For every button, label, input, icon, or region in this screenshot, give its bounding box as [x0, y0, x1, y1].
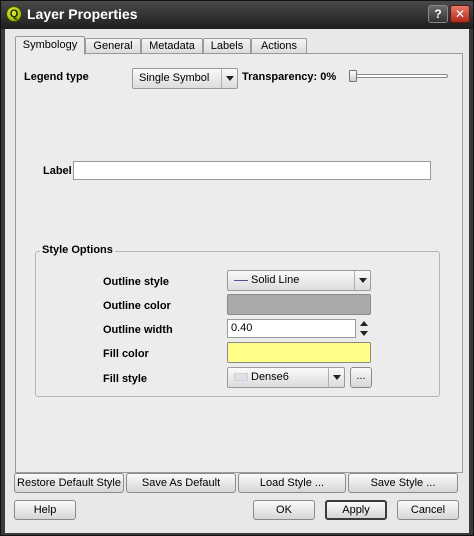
fill-style-dropdown[interactable]: Dense6: [227, 367, 345, 388]
chevron-down-icon: [221, 69, 237, 88]
fill-style-label: Fill style: [103, 373, 148, 385]
outline-style-dropdown[interactable]: Solid Line: [227, 270, 371, 291]
transparency-label: Transparency: 0%: [242, 71, 337, 83]
outline-style-value: Solid Line: [251, 274, 300, 286]
outline-color-label: Outline color: [103, 300, 171, 312]
outline-width-spinner[interactable]: [357, 319, 371, 338]
symbology-panel: Legend type Single Symbol Transparency: …: [15, 53, 463, 473]
tab-symbology[interactable]: Symbology: [15, 36, 85, 55]
fill-color-label: Fill color: [103, 348, 149, 360]
legend-type-value: Single Symbol: [139, 72, 210, 84]
restore-default-style-button[interactable]: Restore Default Style: [14, 473, 124, 493]
outline-color-button[interactable]: [227, 294, 371, 315]
help-button[interactable]: Help: [14, 500, 76, 520]
tab-metadata[interactable]: Metadata: [141, 38, 203, 54]
style-options-group: Style Options Outline style Solid Line O…: [35, 244, 440, 397]
style-options-title: Style Options: [40, 244, 115, 256]
tab-general[interactable]: General: [85, 38, 141, 54]
label-field-label: Label: [43, 165, 72, 177]
solid-line-icon: [234, 279, 248, 281]
dialog-client-area: Symbology General Metadata Labels Action…: [5, 29, 469, 533]
ok-button[interactable]: OK: [253, 500, 315, 520]
transparency-slider-track[interactable]: [350, 74, 448, 78]
save-as-default-button[interactable]: Save As Default: [126, 473, 236, 493]
window-title: Layer Properties: [27, 6, 138, 22]
load-style-button[interactable]: Load Style ...: [238, 473, 346, 493]
tab-labels[interactable]: Labels: [203, 38, 251, 54]
title-bar[interactable]: Q Layer Properties ? ✕: [1, 1, 473, 29]
chevron-down-icon: [354, 271, 370, 290]
spin-down-icon[interactable]: [357, 329, 371, 338]
layer-properties-window: Q Layer Properties ? ✕ Symbology General…: [0, 0, 474, 536]
save-style-button[interactable]: Save Style ...: [348, 473, 458, 493]
qgis-app-icon: Q: [6, 6, 22, 22]
help-title-button[interactable]: ?: [428, 5, 448, 23]
apply-button[interactable]: Apply: [325, 500, 387, 520]
tab-actions[interactable]: Actions: [251, 38, 307, 54]
dense-fill-icon: [234, 373, 248, 382]
outline-width-input[interactable]: 0.40: [227, 319, 356, 338]
chevron-down-icon: [328, 368, 344, 387]
fill-color-button[interactable]: [227, 342, 371, 363]
outline-width-value: 0.40: [231, 322, 253, 334]
legend-type-label: Legend type: [24, 71, 89, 83]
fill-style-value: Dense6: [251, 371, 289, 383]
outline-width-label: Outline width: [103, 324, 173, 336]
legend-type-dropdown[interactable]: Single Symbol: [132, 68, 238, 89]
spin-up-icon[interactable]: [357, 319, 371, 328]
cancel-button[interactable]: Cancel: [397, 500, 459, 520]
fill-style-more-button[interactable]: ...: [350, 367, 372, 388]
close-icon[interactable]: ✕: [450, 5, 470, 23]
outline-style-label: Outline style: [103, 276, 170, 288]
label-input[interactable]: [73, 161, 431, 180]
transparency-slider-handle[interactable]: [349, 70, 357, 82]
